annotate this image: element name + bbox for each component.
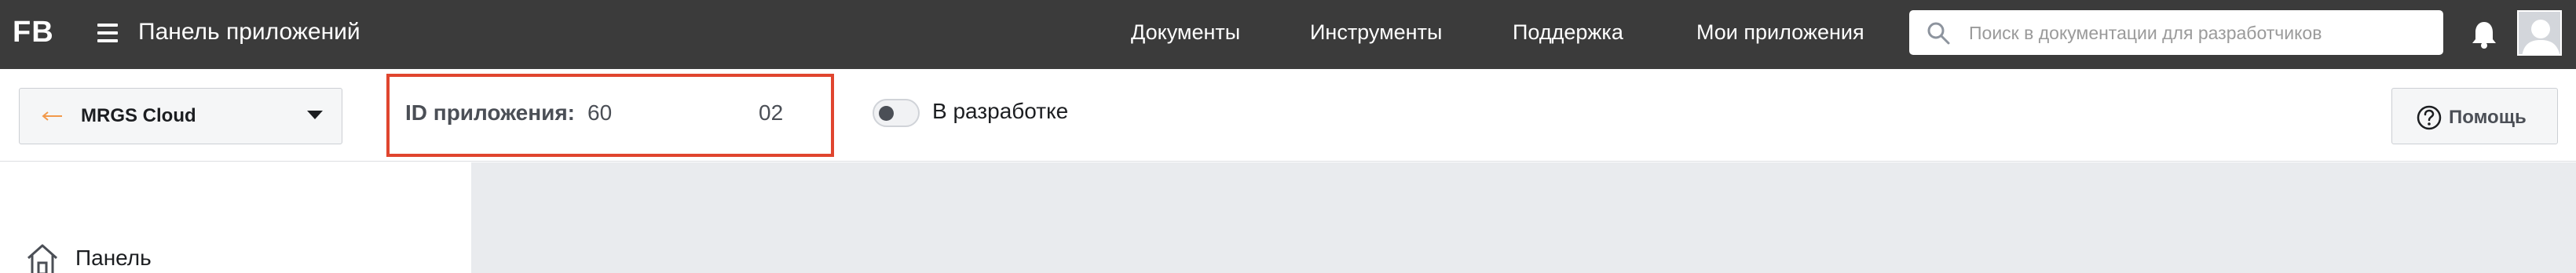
- toggle-knob: [879, 106, 894, 121]
- app-toolbar: MRGS Cloud ID приложения: 60 02 В разраб…: [0, 69, 2576, 162]
- app-icon: [42, 111, 62, 121]
- bell-icon[interactable]: [2471, 20, 2497, 49]
- dev-mode-label: В разработке: [932, 99, 1069, 123]
- home-icon: [27, 244, 57, 273]
- page-title: Панель приложений: [138, 19, 360, 45]
- avatar[interactable]: [2517, 10, 2562, 56]
- top-navigation-bar: FB Панель приложений Документы Инструмен…: [0, 0, 2576, 69]
- search-icon: [1927, 22, 1950, 45]
- hamburger-menu-icon[interactable]: [97, 24, 118, 42]
- search-placeholder: Поиск в документации для разработчиков: [1969, 23, 2322, 43]
- nav-link-my-apps[interactable]: Мои приложения: [1696, 20, 1864, 45]
- app-id-value-start[interactable]: 60: [587, 100, 612, 126]
- help-button[interactable]: Помощь: [2391, 88, 2558, 144]
- sidebar-item-dashboard[interactable]: Панель: [75, 246, 152, 271]
- app-id-value-end[interactable]: 02: [759, 100, 783, 126]
- nav-link-tools[interactable]: Инструменты: [1310, 20, 1442, 45]
- dev-mode-toggle[interactable]: [873, 99, 920, 127]
- nav-link-documents[interactable]: Документы: [1131, 20, 1240, 45]
- sidebar: Панель: [0, 162, 471, 273]
- docs-search-input[interactable]: Поиск в документации для разработчиков: [1909, 10, 2443, 55]
- app-id-label: ID приложения:: [405, 100, 576, 125]
- app-selector-dropdown[interactable]: MRGS Cloud: [19, 88, 342, 144]
- chevron-down-icon: [307, 111, 323, 119]
- question-circle-icon: [2417, 105, 2442, 130]
- main-content: [471, 162, 2576, 273]
- avatar-placeholder-icon: [2522, 20, 2560, 54]
- nav-link-support[interactable]: Поддержка: [1513, 20, 1623, 45]
- facebook-logo[interactable]: FB: [13, 16, 54, 49]
- selected-app-name: MRGS Cloud: [81, 105, 196, 126]
- help-button-label: Помощь: [2449, 107, 2527, 128]
